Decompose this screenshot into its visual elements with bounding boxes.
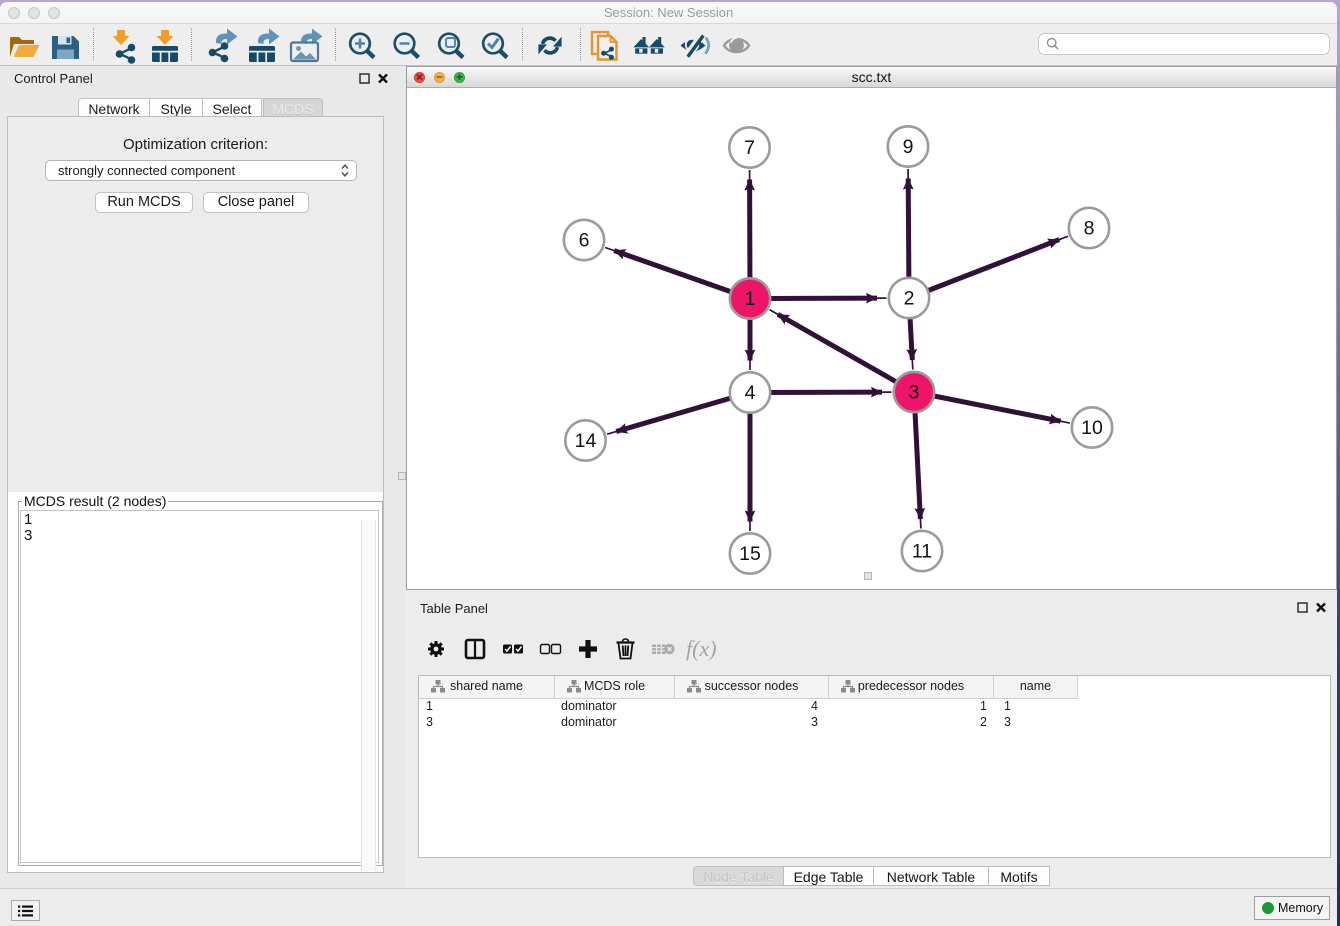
svg-text:3: 3 <box>909 382 920 404</box>
svg-text:9: 9 <box>903 136 914 158</box>
svg-text:6: 6 <box>579 230 590 252</box>
svg-text:2: 2 <box>904 288 915 310</box>
svg-text:7: 7 <box>744 137 755 159</box>
svg-text:1: 1 <box>745 288 756 310</box>
svg-text:15: 15 <box>739 543 761 565</box>
svg-text:4: 4 <box>745 382 756 404</box>
svg-text:11: 11 <box>912 541 932 563</box>
svg-text:f(x): f(x) <box>686 636 717 661</box>
svg-text:10: 10 <box>1081 417 1103 439</box>
svg-text:14: 14 <box>575 430 597 452</box>
svg-text:8: 8 <box>1084 218 1095 240</box>
